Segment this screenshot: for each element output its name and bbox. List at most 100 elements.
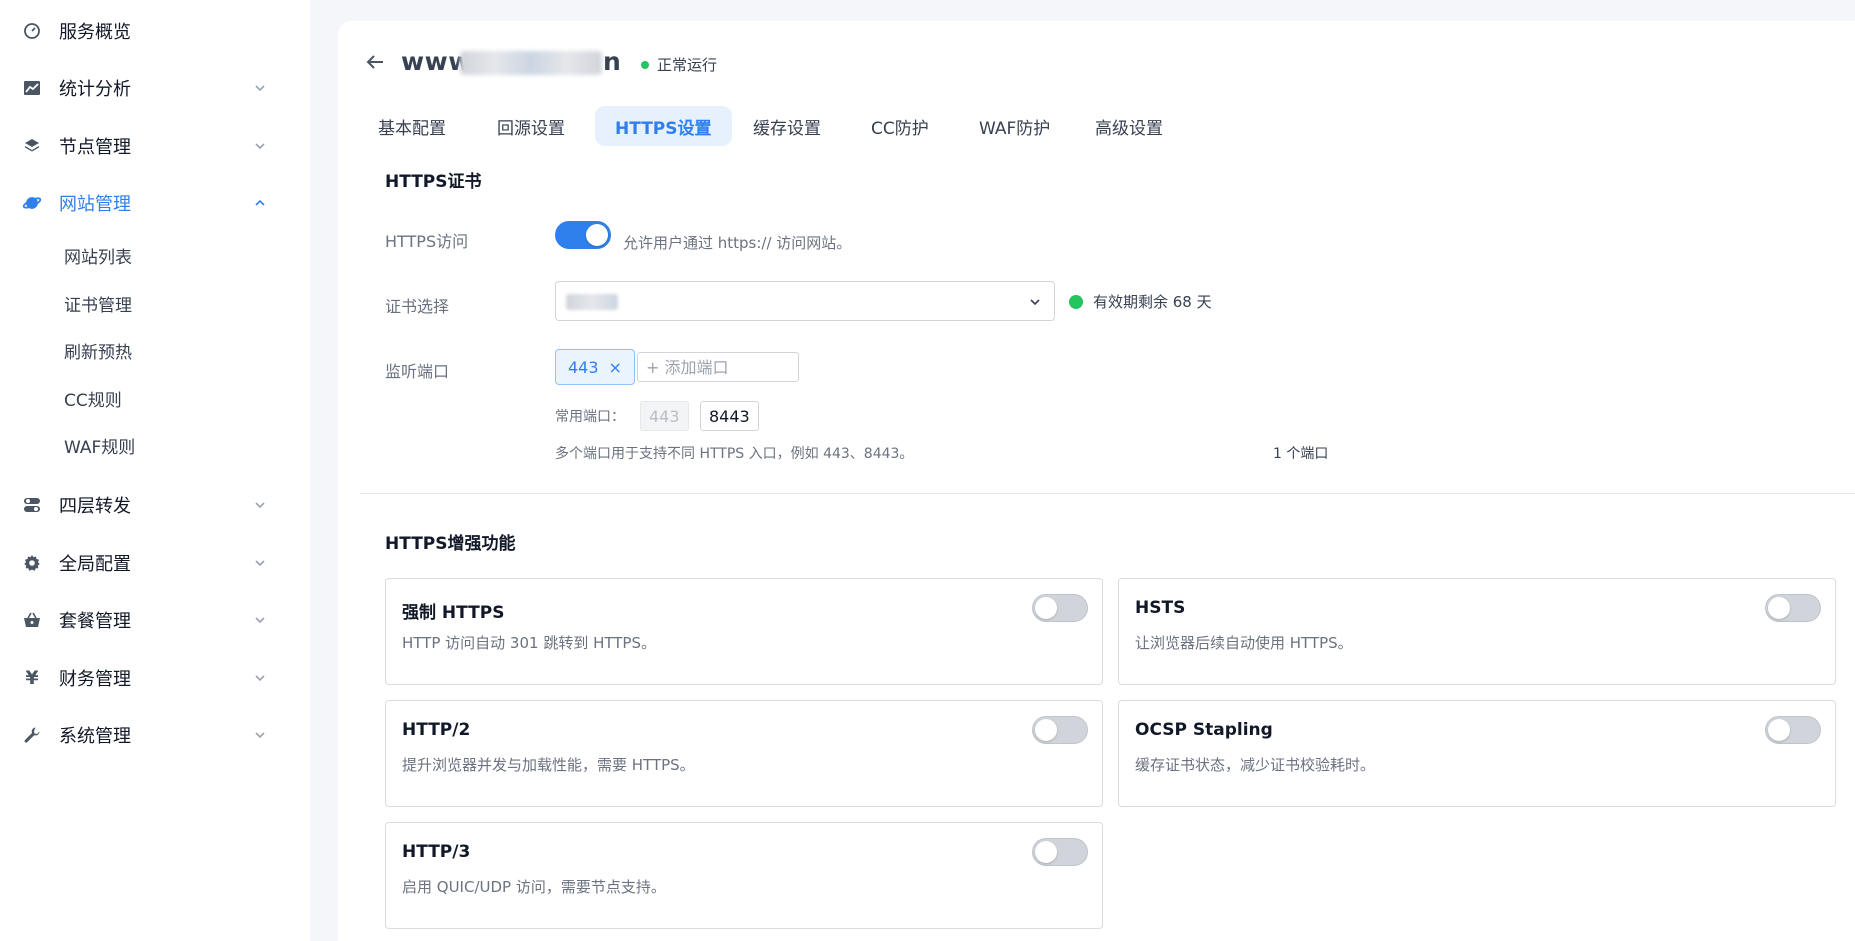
feature-title: HSTS bbox=[1135, 598, 1186, 618]
tab-https-settings[interactable]: HTTPS设置 bbox=[595, 106, 732, 146]
sidebar: 服务概览 统计分析 节点管理 网站管理 网站列表 证书管理 刷新预热 CC规则 … bbox=[0, 0, 310, 941]
sidebar-subitem-cc-rules[interactable]: CC规则 bbox=[64, 382, 122, 414]
force-https-toggle[interactable] bbox=[1032, 594, 1088, 622]
toggles-icon bbox=[22, 495, 42, 515]
chart-icon bbox=[22, 78, 42, 98]
tab-origin-settings[interactable]: 回源设置 bbox=[477, 106, 585, 146]
sidebar-item-label: 四层转发 bbox=[59, 496, 131, 517]
toggle-knob bbox=[1768, 719, 1790, 741]
chevron-down-icon bbox=[255, 85, 265, 92]
sidebar-item-label: 财务管理 bbox=[59, 669, 131, 690]
https-access-label: HTTPS访问 bbox=[385, 232, 469, 251]
sidebar-item-label: 全局配置 bbox=[59, 554, 131, 575]
hsts-toggle[interactable] bbox=[1765, 594, 1821, 622]
site-title-suffix: n bbox=[603, 47, 622, 76]
sidebar-item-global-config[interactable]: 全局配置 bbox=[0, 543, 310, 583]
sidebar-item-websites[interactable]: 网站管理 bbox=[0, 183, 310, 223]
common-port-chip-443[interactable]: 443 bbox=[640, 401, 689, 431]
sidebar-item-label: 服务概览 bbox=[59, 22, 131, 43]
sidebar-item-finance[interactable]: ¥ 财务管理 bbox=[0, 658, 310, 698]
gear-icon bbox=[22, 553, 42, 573]
section-divider bbox=[360, 493, 1855, 494]
toggle-knob bbox=[1035, 719, 1057, 741]
sidebar-item-label: 系统管理 bbox=[59, 726, 131, 747]
sidebar-item-label: 节点管理 bbox=[59, 137, 131, 158]
toggle-knob bbox=[1035, 597, 1057, 619]
chevron-down-icon bbox=[255, 732, 265, 739]
port-tag-443: 443 × bbox=[555, 349, 635, 385]
layers-icon bbox=[22, 136, 42, 156]
redacted-cert-name bbox=[566, 294, 618, 310]
sidebar-item-statistics[interactable]: 统计分析 bbox=[0, 68, 310, 108]
chevron-down-icon bbox=[255, 560, 265, 567]
feature-desc: 让浏览器后续自动使用 HTTPS。 bbox=[1135, 634, 1353, 652]
sidebar-subitem-refresh-prefetch[interactable]: 刷新预热 bbox=[64, 334, 132, 366]
add-port-input[interactable] bbox=[637, 352, 799, 382]
sidebar-item-label: 网站管理 bbox=[59, 194, 131, 215]
common-port-chip-8443[interactable]: 8443 bbox=[700, 401, 759, 431]
basket-icon bbox=[22, 610, 42, 630]
main-panel: www n 正常运行 基本配置 回源设置 HTTPS设置 缓存设置 CC防护 W… bbox=[338, 21, 1855, 941]
toggle-knob bbox=[1768, 597, 1790, 619]
feature-card-hsts: HSTS 让浏览器后续自动使用 HTTPS。 bbox=[1118, 578, 1836, 685]
yen-icon: ¥ bbox=[25, 667, 39, 689]
feature-card-http2: HTTP/2 提升浏览器并发与加载性能，需要 HTTPS。 bbox=[385, 700, 1103, 807]
tab-waf-protection[interactable]: WAF防护 bbox=[959, 106, 1070, 146]
port-count: 1 个端口 bbox=[1273, 446, 1329, 462]
chevron-down-icon bbox=[1030, 299, 1040, 306]
port-hint: 多个端口用于支持不同 HTTPS 入口，例如 443、8443。 bbox=[555, 446, 914, 462]
feature-title: 强制 HTTPS bbox=[402, 603, 505, 623]
gauge-icon bbox=[22, 21, 42, 41]
tab-basic-config[interactable]: 基本配置 bbox=[358, 106, 466, 146]
feature-title: HTTP/2 bbox=[402, 720, 471, 740]
cert-select[interactable] bbox=[555, 281, 1055, 321]
feature-desc: HTTP 访问自动 301 跳转到 HTTPS。 bbox=[402, 634, 656, 652]
sidebar-item-label: 套餐管理 bbox=[59, 611, 131, 632]
sidebar-item-l4-forward[interactable]: 四层转发 bbox=[0, 485, 310, 525]
cert-section-title: HTTPS证书 bbox=[385, 172, 482, 192]
feature-desc: 提升浏览器并发与加载性能，需要 HTTPS。 bbox=[402, 756, 695, 774]
status-badge: 正常运行 bbox=[641, 54, 717, 75]
planet-icon bbox=[22, 193, 42, 213]
sidebar-item-nodes[interactable]: 节点管理 bbox=[0, 126, 310, 166]
chevron-down-icon bbox=[255, 617, 265, 624]
feature-card-ocsp-stapling: OCSP Stapling 缓存证书状态，减少证书校验耗时。 bbox=[1118, 700, 1836, 807]
chevron-up-icon bbox=[255, 199, 265, 206]
feature-title: OCSP Stapling bbox=[1135, 720, 1273, 740]
valid-dot-icon bbox=[1069, 294, 1083, 309]
enhance-section-title: HTTPS增强功能 bbox=[385, 534, 516, 554]
toggle-knob bbox=[1035, 841, 1057, 863]
sidebar-item-system[interactable]: 系统管理 bbox=[0, 715, 310, 755]
back-arrow-icon[interactable] bbox=[363, 50, 387, 74]
sidebar-subitem-site-list[interactable]: 网站列表 bbox=[64, 239, 132, 271]
toggle-knob bbox=[586, 224, 608, 246]
https-access-toggle[interactable] bbox=[555, 221, 611, 249]
chevron-down-icon bbox=[255, 143, 265, 150]
sidebar-item-overview[interactable]: 服务概览 bbox=[0, 11, 310, 51]
port-tag-value: 443 bbox=[568, 357, 599, 377]
tab-advanced-settings[interactable]: 高级设置 bbox=[1075, 106, 1183, 146]
tab-cache-settings[interactable]: 缓存设置 bbox=[733, 106, 841, 146]
common-ports-label: 常用端口： bbox=[555, 409, 625, 425]
https-access-hint: 允许用户通过 https:// 访问网站。 bbox=[623, 234, 852, 252]
http3-toggle[interactable] bbox=[1032, 838, 1088, 866]
listen-port-label: 监听端口 bbox=[385, 362, 450, 381]
sidebar-subitem-cert-management[interactable]: 证书管理 bbox=[64, 287, 132, 319]
sidebar-item-label: 统计分析 bbox=[59, 79, 131, 100]
cert-select-label: 证书选择 bbox=[385, 297, 450, 316]
ocsp-stapling-toggle[interactable] bbox=[1765, 716, 1821, 744]
sidebar-subitem-waf-rules[interactable]: WAF规则 bbox=[64, 429, 135, 461]
tab-cc-protection[interactable]: CC防护 bbox=[851, 106, 949, 146]
feature-card-http3: HTTP/3 启用 QUIC/UDP 访问，需要节点支持。 bbox=[385, 822, 1103, 929]
sidebar-item-packages[interactable]: 套餐管理 bbox=[0, 600, 310, 640]
wrench-icon bbox=[22, 725, 42, 745]
redacted-domain bbox=[460, 51, 602, 75]
http2-toggle[interactable] bbox=[1032, 716, 1088, 744]
feature-desc: 启用 QUIC/UDP 访问，需要节点支持。 bbox=[402, 878, 666, 896]
chevron-down-icon bbox=[255, 502, 265, 509]
status-text: 正常运行 bbox=[657, 56, 718, 74]
cert-validity-text: 有效期剩余 68 天 bbox=[1093, 293, 1212, 311]
status-dot-icon bbox=[641, 60, 649, 69]
close-icon[interactable]: × bbox=[609, 358, 622, 377]
feature-desc: 缓存证书状态，减少证书校验耗时。 bbox=[1135, 756, 1376, 774]
